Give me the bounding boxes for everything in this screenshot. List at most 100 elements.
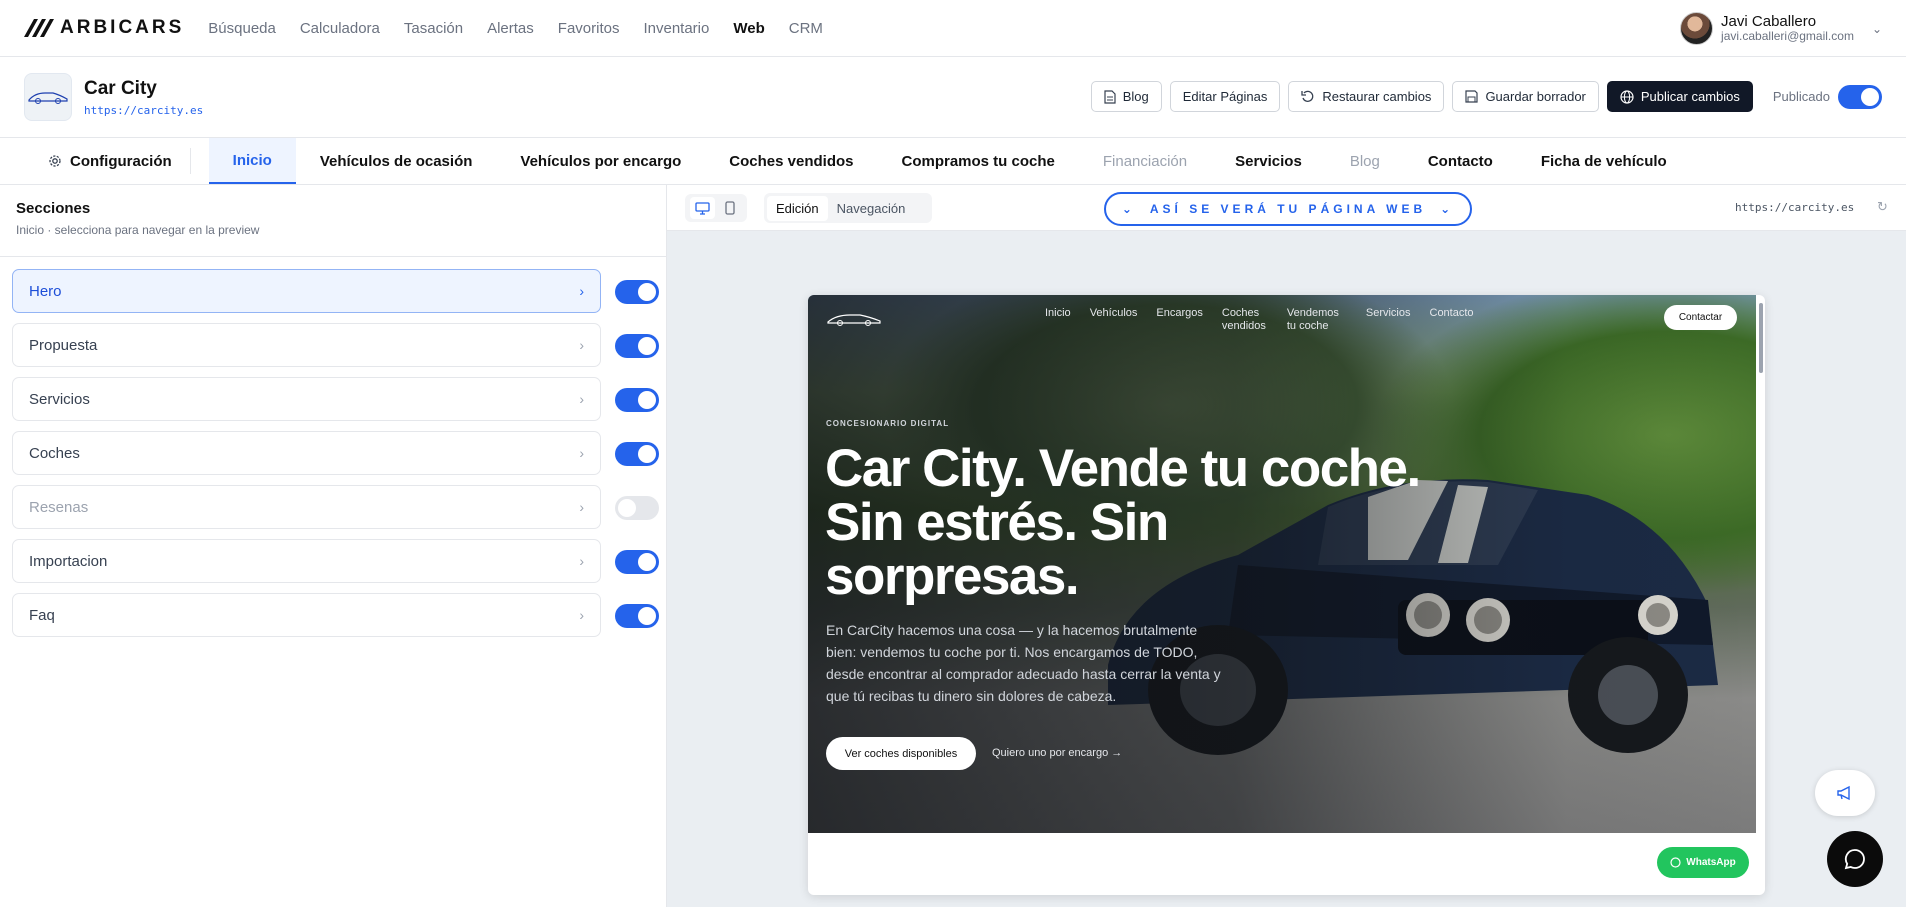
chat-button[interactable]	[1827, 831, 1883, 887]
tab-inicio[interactable]: Inicio	[208, 138, 296, 184]
page-tabs: Configuración Inicio Vehículos de ocasió…	[0, 138, 1906, 185]
preview-area: Edición Navegación ⌄ ASÍ SE VERÁ TU PÁGI…	[667, 185, 1906, 907]
section-label: Resenas	[29, 498, 89, 516]
section-toggle-resenas[interactable]	[615, 496, 659, 520]
mobile-view-button[interactable]	[717, 197, 742, 219]
preview-contact-button[interactable]: Contactar	[1664, 305, 1737, 330]
hero-title-line: sorpresas.	[825, 547, 1080, 606]
sections-title: Secciones	[16, 200, 91, 217]
section-toggle-servicios[interactable]	[615, 388, 659, 412]
tab-vehiculos-ocasion[interactable]: Vehículos de ocasión	[296, 138, 497, 184]
mode-switcher: Edición Navegación	[764, 193, 932, 223]
publish-label: Publicar cambios	[1640, 89, 1740, 104]
section-label: Importacion	[29, 552, 108, 570]
tab-coches-vendidos[interactable]: Coches vendidos	[705, 138, 877, 184]
chevron-right-icon: ›	[579, 607, 584, 623]
tab-contacto[interactable]: Contacto	[1404, 138, 1517, 184]
chevron-right-icon: ›	[579, 283, 584, 299]
globe-icon	[1620, 89, 1634, 104]
save-icon	[1465, 90, 1479, 103]
document-icon	[1104, 89, 1116, 104]
website-preview-frame: Inicio Vehículos Encargos Coches vendido…	[808, 295, 1765, 895]
tab-vehiculos-encargo[interactable]: Vehículos por encargo	[496, 138, 705, 184]
section-item-faq[interactable]: Faq ›	[12, 593, 601, 637]
nav-tasacion[interactable]: Tasación	[404, 20, 463, 37]
section-toggle-faq[interactable]	[615, 604, 659, 628]
desktop-view-button[interactable]	[690, 197, 715, 219]
section-label: Faq	[29, 606, 55, 624]
preview-nav-coches-vendidos[interactable]: Coches vendidos	[1222, 307, 1268, 333]
mode-navigation-button[interactable]: Navegación	[828, 196, 915, 221]
hero-section[interactable]: Inicio Vehículos Encargos Coches vendido…	[808, 295, 1756, 833]
blog-button[interactable]: Blog	[1090, 81, 1162, 112]
car-logo-icon	[827, 314, 881, 326]
top-navbar: ARBICARS Búsqueda Calculadora Tasación A…	[0, 0, 1906, 57]
preview-nav-vendemos[interactable]: Vendemos tu coche	[1287, 307, 1347, 333]
hero-secondary-link[interactable]: Quiero uno por encargo →	[992, 747, 1122, 759]
site-header: Car City https://carcity.es Blog Editar …	[0, 57, 1906, 138]
preview-nav-inicio[interactable]: Inicio	[1045, 307, 1071, 333]
section-toggle-coches[interactable]	[615, 442, 659, 466]
save-draft-button[interactable]: Guardar borrador	[1452, 81, 1599, 112]
nav-alertas[interactable]: Alertas	[487, 20, 534, 37]
section-toggle-hero[interactable]	[615, 280, 659, 304]
section-item-coches[interactable]: Coches ›	[12, 431, 601, 475]
nav-inventario[interactable]: Inventario	[643, 20, 709, 37]
chevron-down-icon: ⌄	[1121, 202, 1136, 216]
section-item-resenas[interactable]: Resenas ›	[12, 485, 601, 529]
section-toggle-propuesta[interactable]	[615, 334, 659, 358]
undo-icon	[1301, 90, 1314, 102]
tab-configuracion[interactable]: Configuración	[48, 148, 191, 174]
tab-compramos-coche[interactable]: Compramos tu coche	[878, 138, 1079, 184]
preview-toolbar: Edición Navegación ⌄ ASÍ SE VERÁ TU PÁGI…	[667, 185, 1906, 231]
whatsapp-icon	[1670, 857, 1681, 868]
whatsapp-label: WhatsApp	[1686, 857, 1736, 868]
section-item-servicios[interactable]: Servicios ›	[12, 377, 601, 421]
nav-web[interactable]: Web	[733, 20, 764, 37]
preview-nav-encargos[interactable]: Encargos	[1156, 307, 1202, 333]
nav-calculadora[interactable]: Calculadora	[300, 20, 380, 37]
tab-blog[interactable]: Blog	[1326, 138, 1404, 184]
published-toggle[interactable]	[1838, 84, 1882, 109]
preview-nav-vehiculos[interactable]: Vehículos	[1090, 307, 1138, 333]
preview-site-logo[interactable]	[826, 311, 882, 332]
sections-subtitle: Inicio · selecciona para navegar en la p…	[16, 223, 260, 237]
blog-button-label: Blog	[1122, 89, 1149, 104]
gear-icon	[49, 155, 61, 167]
chevron-right-icon: ›	[579, 499, 584, 515]
announcement-button[interactable]	[1815, 770, 1875, 816]
preview-banner-label: ASÍ SE VERÁ TU PÁGINA WEB	[1149, 202, 1427, 216]
refresh-icon[interactable]: ↻	[1877, 199, 1888, 215]
restore-button[interactable]: Restaurar cambios	[1288, 81, 1445, 112]
preview-nav-servicios[interactable]: Servicios	[1366, 307, 1411, 333]
preview-banner[interactable]: ⌄ ASÍ SE VERÁ TU PÁGINA WEB ⌄	[1104, 192, 1472, 226]
nav-favoritos[interactable]: Favoritos	[558, 20, 620, 37]
hero-description: En CarCity hacemos una cosa — y la hacem…	[826, 622, 1221, 704]
edit-pages-button[interactable]: Editar Páginas	[1169, 81, 1281, 112]
publish-button[interactable]: Publicar cambios	[1606, 81, 1753, 112]
section-toggle-importacion[interactable]	[615, 550, 659, 574]
site-logo	[24, 73, 72, 121]
preview-nav-contacto[interactable]: Contacto	[1430, 307, 1474, 333]
preview-scrollbar[interactable]	[1759, 303, 1763, 373]
arbicars-logo[interactable]: ARBICARS	[24, 17, 184, 39]
section-item-propuesta[interactable]: Propuesta ›	[12, 323, 601, 367]
hero-title: Car City. Vende tu coche. Sin estrés. Si…	[825, 442, 1425, 604]
section-label: Coches	[29, 444, 80, 462]
tab-ficha-vehiculo[interactable]: Ficha de vehículo	[1517, 138, 1691, 184]
hero-primary-button[interactable]: Ver coches disponibles	[826, 737, 976, 770]
preview-nav: Inicio Vehículos Encargos Coches vendido…	[1045, 307, 1474, 333]
mode-edit-button[interactable]: Edición	[767, 195, 828, 221]
monitor-icon	[695, 201, 710, 215]
tab-servicios[interactable]: Servicios	[1211, 138, 1326, 184]
site-name: Car City	[84, 77, 157, 99]
nav-busqueda[interactable]: Búsqueda	[208, 20, 276, 37]
site-url[interactable]: https://carcity.es	[84, 104, 203, 117]
tab-financiacion[interactable]: Financiación	[1079, 138, 1211, 184]
chevron-down-icon: ⌄	[1871, 21, 1882, 36]
nav-crm[interactable]: CRM	[789, 20, 823, 37]
whatsapp-button[interactable]: WhatsApp	[1657, 847, 1749, 878]
section-item-hero[interactable]: Hero ›	[12, 269, 601, 313]
user-menu[interactable]: Javi Caballero javi.caballeri@gmail.com …	[1680, 12, 1882, 45]
section-item-importacion[interactable]: Importacion ›	[12, 539, 601, 583]
